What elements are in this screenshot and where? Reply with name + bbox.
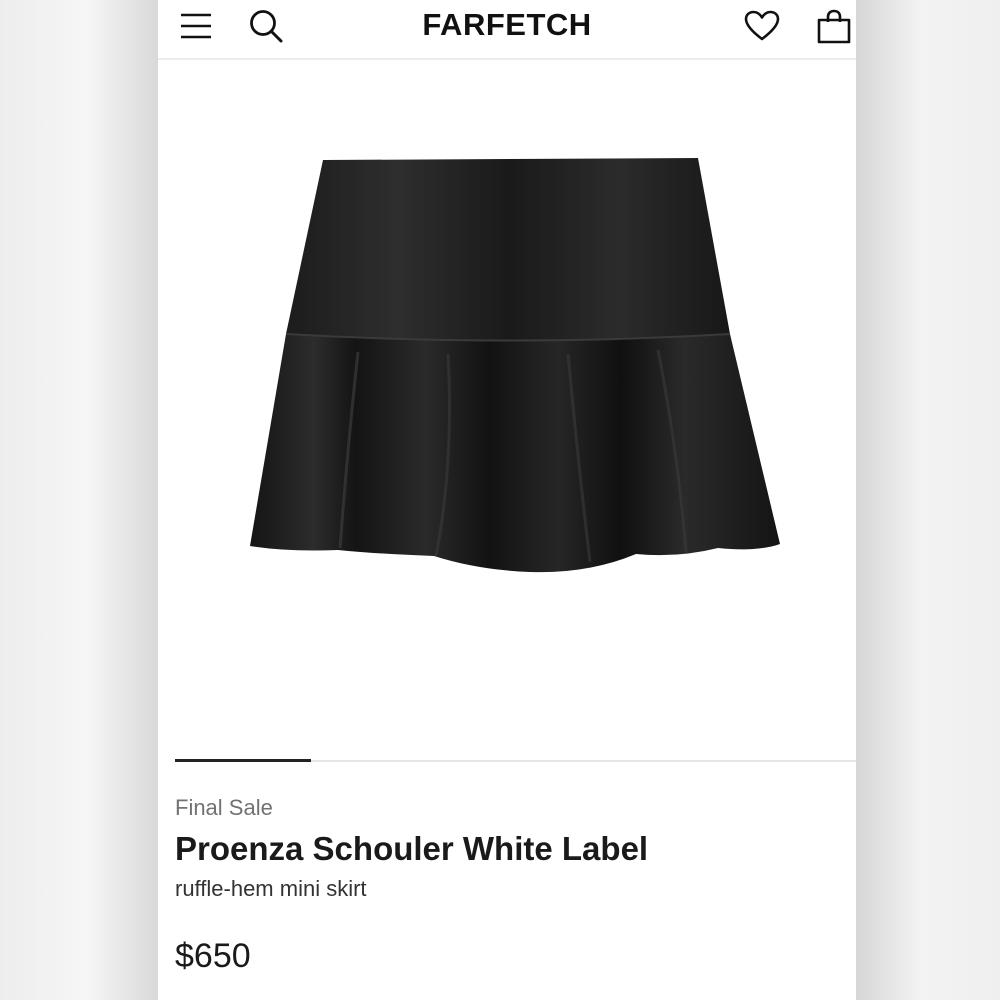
backdrop-left: [0, 0, 158, 1000]
sale-badge: Final Sale: [175, 795, 273, 820]
backdrop-right: [856, 0, 1000, 1000]
image-carousel-indicator[interactable]: [175, 759, 856, 762]
carousel-progress-bar: [175, 759, 312, 762]
skirt-image: [250, 158, 780, 573]
top-nav-bar: FARFETCH: [158, 0, 856, 60]
shopping-bag-button[interactable]: [814, 8, 854, 44]
product-description: ruffle-hem mini skirt: [175, 876, 367, 901]
wishlist-button[interactable]: [742, 8, 782, 44]
shopping-bag-icon: [817, 9, 851, 44]
app-screen: FARFETCH Final Sale Proenza Schouler Whi…: [158, 0, 856, 1000]
heart-icon: [744, 10, 780, 41]
product-brand[interactable]: Proenza Schouler White Label: [175, 830, 648, 868]
product-price: $650: [175, 937, 251, 975]
product-image[interactable]: [158, 62, 856, 752]
